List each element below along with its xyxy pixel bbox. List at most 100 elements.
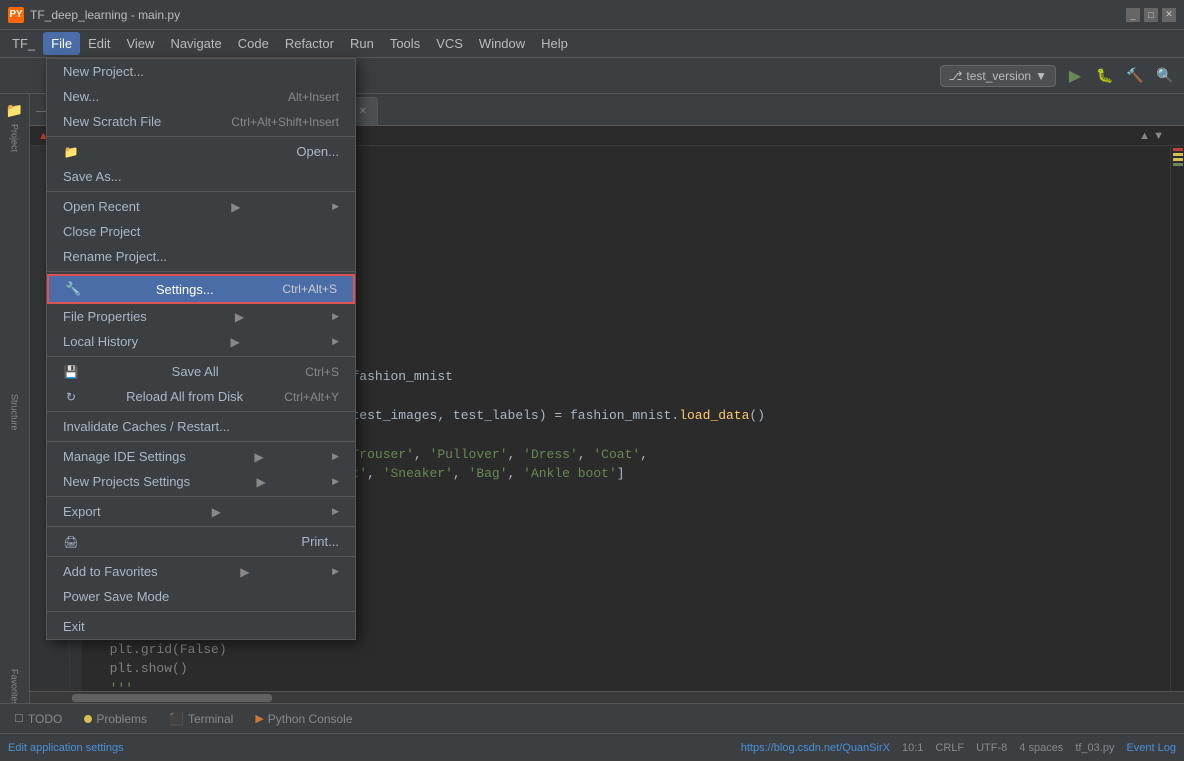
- menu-file-properties[interactable]: File Properties ▶: [47, 304, 355, 329]
- menu-open[interactable]: 📁 Open...: [47, 139, 355, 164]
- menu-manage-ide[interactable]: Manage IDE Settings ▶: [47, 444, 355, 469]
- menu-close-project[interactable]: Close Project: [47, 219, 355, 244]
- menu-bar: TF_ File Edit View Navigate Code Refacto…: [0, 30, 1184, 58]
- sidebar-favorites-label[interactable]: Favorites: [3, 675, 27, 699]
- status-event-log[interactable]: Event Log: [1126, 742, 1176, 754]
- menu-new-scratch-shortcut: Ctrl+Alt+Shift+Insert: [231, 115, 339, 129]
- open-icon: 📁: [63, 145, 79, 159]
- status-indent: 4 spaces: [1019, 742, 1063, 754]
- menu-reload-label: Reload All from Disk: [126, 389, 243, 404]
- menu-item-navigate[interactable]: Navigate: [162, 32, 229, 55]
- status-edit-settings[interactable]: Edit application settings: [8, 742, 124, 754]
- problems-dot-icon: [84, 715, 92, 723]
- left-panel-sidebar: 📁 Project Structure Favorites: [0, 94, 30, 703]
- todo-checkbox-icon: ☐: [14, 712, 24, 725]
- menu-item-view[interactable]: View: [118, 32, 162, 55]
- menu-new-shortcut: Alt+Insert: [288, 90, 339, 104]
- menu-new[interactable]: New... Alt+Insert: [47, 84, 355, 109]
- menu-export[interactable]: Export ▶: [47, 499, 355, 524]
- menu-rename-project-label: Rename Project...: [63, 249, 167, 264]
- separator-7: [47, 496, 355, 497]
- separator-6: [47, 441, 355, 442]
- status-bar: Edit application settings https://blog.c…: [0, 733, 1184, 761]
- menu-new-project[interactable]: New Project...: [47, 59, 355, 84]
- menu-new-projects-settings[interactable]: New Projects Settings ▶: [47, 469, 355, 494]
- menu-reload-shortcut: Ctrl+Alt+Y: [284, 390, 339, 404]
- menu-save-as[interactable]: Save As...: [47, 164, 355, 189]
- menu-manage-ide-label: Manage IDE Settings: [63, 449, 186, 464]
- menu-settings-shortcut: Ctrl+Alt+S: [282, 282, 337, 296]
- title-bar-left: PY TF_deep_learning - main.py: [8, 7, 180, 23]
- menu-new-scratch-label: New Scratch File: [63, 114, 161, 129]
- menu-item-edit[interactable]: Edit: [80, 32, 118, 55]
- bottom-tab-problems[interactable]: Problems: [74, 708, 157, 730]
- menu-item-file[interactable]: File: [43, 32, 80, 55]
- menu-save-all[interactable]: 💾 Save All Ctrl+S: [47, 359, 355, 384]
- menu-close-project-label: Close Project: [63, 224, 140, 239]
- separator-8: [47, 526, 355, 527]
- menu-settings[interactable]: 🔧 Settings... Ctrl+Alt+S: [47, 274, 355, 304]
- separator-4: [47, 356, 355, 357]
- build-button[interactable]: 🔨: [1124, 65, 1146, 87]
- minimize-button[interactable]: _: [1126, 8, 1140, 22]
- menu-item-tf[interactable]: TF_: [4, 32, 43, 55]
- bottom-tab-python-console[interactable]: ▶ Python Console: [245, 708, 362, 730]
- app-icon: PY: [8, 7, 24, 23]
- title-bar: PY TF_deep_learning - main.py _ □ ✕: [0, 0, 1184, 30]
- expand-icon[interactable]: ▲ ▼: [1139, 130, 1164, 142]
- menu-invalidate-caches[interactable]: Invalidate Caches / Restart...: [47, 414, 355, 439]
- status-cursor: 10:1: [902, 742, 923, 754]
- menu-item-tools[interactable]: Tools: [382, 32, 428, 55]
- menu-item-run[interactable]: Run: [342, 32, 382, 55]
- menu-reload[interactable]: ↻ Reload All from Disk Ctrl+Alt+Y: [47, 384, 355, 409]
- h-scrollbar-thumb[interactable]: [72, 694, 272, 702]
- bottom-tab-terminal[interactable]: ⬛ Terminal: [159, 708, 243, 730]
- separator-1: [47, 136, 355, 137]
- menu-item-window[interactable]: Window: [471, 32, 533, 55]
- menu-item-code[interactable]: Code: [230, 32, 277, 55]
- menu-add-favorites-arrow: ▶: [240, 565, 249, 579]
- separator-5: [47, 411, 355, 412]
- menu-rename-project[interactable]: Rename Project...: [47, 244, 355, 269]
- bottom-tab-todo[interactable]: ☐ TODO: [4, 708, 72, 730]
- window-controls: _ □ ✕: [1126, 8, 1176, 22]
- sidebar-project-icon[interactable]: 📁: [3, 98, 27, 122]
- menu-save-all-label: Save All: [172, 364, 219, 379]
- close-button[interactable]: ✕: [1162, 8, 1176, 22]
- horizontal-scrollbar[interactable]: [30, 691, 1184, 703]
- dropdown-menu: New Project... New... Alt+Insert New Scr…: [46, 58, 356, 640]
- save-all-icon: 💾: [63, 365, 79, 379]
- bottom-tab-python-console-label: Python Console: [268, 712, 353, 726]
- menu-new-projects-settings-label: New Projects Settings: [63, 474, 190, 489]
- status-left: Edit application settings: [8, 742, 124, 754]
- sidebar-structure-icon[interactable]: Project: [3, 126, 27, 150]
- menu-exit[interactable]: Exit: [47, 614, 355, 639]
- tab-close-tf01[interactable]: ✕: [359, 106, 367, 117]
- menu-power-save[interactable]: Power Save Mode: [47, 584, 355, 609]
- run-button[interactable]: ▶: [1064, 65, 1086, 87]
- menu-add-favorites[interactable]: Add to Favorites ▶: [47, 559, 355, 584]
- reload-icon: ↻: [63, 390, 79, 404]
- menu-local-history[interactable]: Local History ▶: [47, 329, 355, 354]
- menu-settings-label: Settings...: [156, 282, 214, 297]
- menu-print[interactable]: 🖨 Print...: [47, 529, 355, 554]
- debug-button[interactable]: 🐛: [1094, 65, 1116, 87]
- search-button[interactable]: 🔍: [1154, 65, 1176, 87]
- code-line-25: plt.grid(False): [94, 642, 227, 657]
- menu-item-refactor[interactable]: Refactor: [277, 32, 342, 55]
- status-charset: UTF-8: [976, 742, 1007, 754]
- menu-item-help[interactable]: Help: [533, 32, 576, 55]
- sidebar-structure-label[interactable]: Structure: [3, 401, 27, 425]
- status-url[interactable]: https://blog.csdn.net/QuanSirX: [741, 742, 890, 754]
- menu-new-scratch[interactable]: New Scratch File Ctrl+Alt+Shift+Insert: [47, 109, 355, 134]
- bottom-tab-terminal-label: Terminal: [188, 712, 233, 726]
- menu-local-history-arrow: ▶: [230, 335, 239, 349]
- gutter-warn-2: [1173, 158, 1183, 161]
- settings-icon: 🔧: [65, 281, 81, 297]
- menu-open-recent[interactable]: Open Recent ▶: [47, 194, 355, 219]
- branch-selector[interactable]: ⎇ test_version ▼: [940, 65, 1056, 87]
- maximize-button[interactable]: □: [1144, 8, 1158, 22]
- menu-invalidate-label: Invalidate Caches / Restart...: [63, 419, 230, 434]
- branch-label: test_version: [966, 69, 1031, 83]
- menu-item-vcs[interactable]: VCS: [428, 32, 471, 55]
